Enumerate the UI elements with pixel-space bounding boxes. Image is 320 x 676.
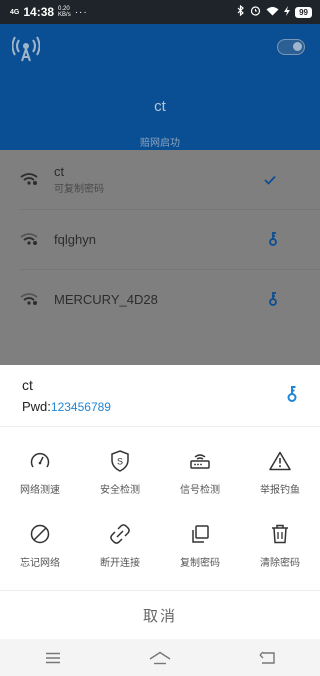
connected-ssid: ct	[154, 98, 166, 115]
action-label: 复制密码	[180, 558, 220, 569]
key-icon[interactable]	[268, 231, 278, 252]
menu-nav-button[interactable]	[33, 643, 73, 673]
security-check-button[interactable]: S 安全检测	[80, 437, 160, 510]
header: ct 赔网启功	[0, 24, 320, 150]
speedometer-icon	[28, 449, 52, 473]
key-icon[interactable]	[268, 291, 278, 312]
key-icon[interactable]	[286, 385, 298, 408]
wifi-list: ct 可复制密码 fqlghyn MERCURY_4D28	[0, 150, 320, 365]
wifi-subtitle: 可复制密码	[54, 184, 104, 195]
network-action-sheet: ct Pwd:123456789 网络测速 S 安全检测 信号检测 举报钓鱼 忘…	[0, 365, 320, 639]
svg-text:S: S	[117, 457, 123, 467]
charging-icon	[284, 5, 291, 19]
bluetooth-icon	[237, 4, 245, 19]
copy-password-button[interactable]: 复制密码	[160, 510, 240, 583]
sheet-ssid: ct	[22, 377, 33, 393]
wifi-row-mercury[interactable]: MERCURY_4D28	[0, 270, 320, 330]
router-icon	[188, 449, 212, 473]
wifi-locked-icon	[20, 232, 38, 251]
signal-check-button[interactable]: 信号检测	[160, 437, 240, 510]
forbidden-icon	[28, 522, 52, 546]
forget-network-button[interactable]: 忘记网络	[0, 510, 80, 583]
system-nav-bar	[0, 639, 320, 676]
net-speed-unit: KB/s	[58, 12, 71, 18]
wifi-name: fqlghyn	[54, 232, 96, 247]
action-label: 清除密码	[260, 558, 300, 569]
sheet-password: Pwd:123456789	[22, 399, 111, 414]
wifi-toggle[interactable]	[277, 39, 305, 55]
action-grid: 网络测速 S 安全检测 信号检测 举报钓鱼 忘记网络 断开连接 复制密码 清除密…	[0, 437, 320, 583]
wifi-locked-icon	[20, 172, 38, 191]
trash-icon	[268, 522, 292, 546]
divider	[0, 426, 320, 427]
action-label: 安全检测	[100, 485, 140, 496]
wifi-name: MERCURY_4D28	[54, 292, 158, 307]
alarm-icon	[250, 5, 261, 19]
cancel-button[interactable]: 取消	[0, 591, 320, 639]
wifi-row-ct[interactable]: ct 可复制密码	[0, 150, 320, 210]
wifi-status-icon	[266, 6, 279, 19]
warning-icon	[268, 449, 292, 473]
password-value[interactable]: 123456789	[51, 400, 111, 414]
battery-indicator: 99	[295, 6, 312, 18]
wifi-signal-app-icon[interactable]	[11, 36, 41, 67]
action-label: 网络测速	[20, 485, 60, 496]
connection-status: 赔网启功	[140, 138, 180, 149]
action-label: 信号检测	[180, 485, 220, 496]
checkmark-icon	[264, 172, 276, 190]
disconnect-button[interactable]: 断开连接	[80, 510, 160, 583]
clock: 14:38	[23, 5, 55, 19]
status-bar: 4G 14:38 0.20 KB/s ··· 99	[0, 0, 320, 24]
network-type: 4G	[10, 8, 20, 16]
more-notifications-icon: ···	[74, 6, 88, 18]
password-label: Pwd:	[22, 399, 51, 414]
action-label: 忘记网络	[20, 558, 60, 569]
action-label: 举报钓鱼	[260, 485, 300, 496]
action-label: 断开连接	[100, 558, 140, 569]
shield-icon: S	[108, 449, 132, 473]
report-phishing-button[interactable]: 举报钓鱼	[240, 437, 320, 510]
broken-link-icon	[108, 522, 132, 546]
copy-icon	[188, 522, 212, 546]
wifi-name: ct	[54, 164, 65, 179]
home-nav-button[interactable]	[140, 643, 180, 673]
net-speed: 0.20 KB/s	[58, 6, 71, 18]
speed-test-button[interactable]: 网络测速	[0, 437, 80, 510]
wifi-row-fqlghyn[interactable]: fqlghyn	[0, 210, 320, 270]
clear-password-button[interactable]: 清除密码	[240, 510, 320, 583]
wifi-locked-icon	[20, 292, 38, 311]
back-nav-button[interactable]	[247, 643, 287, 673]
